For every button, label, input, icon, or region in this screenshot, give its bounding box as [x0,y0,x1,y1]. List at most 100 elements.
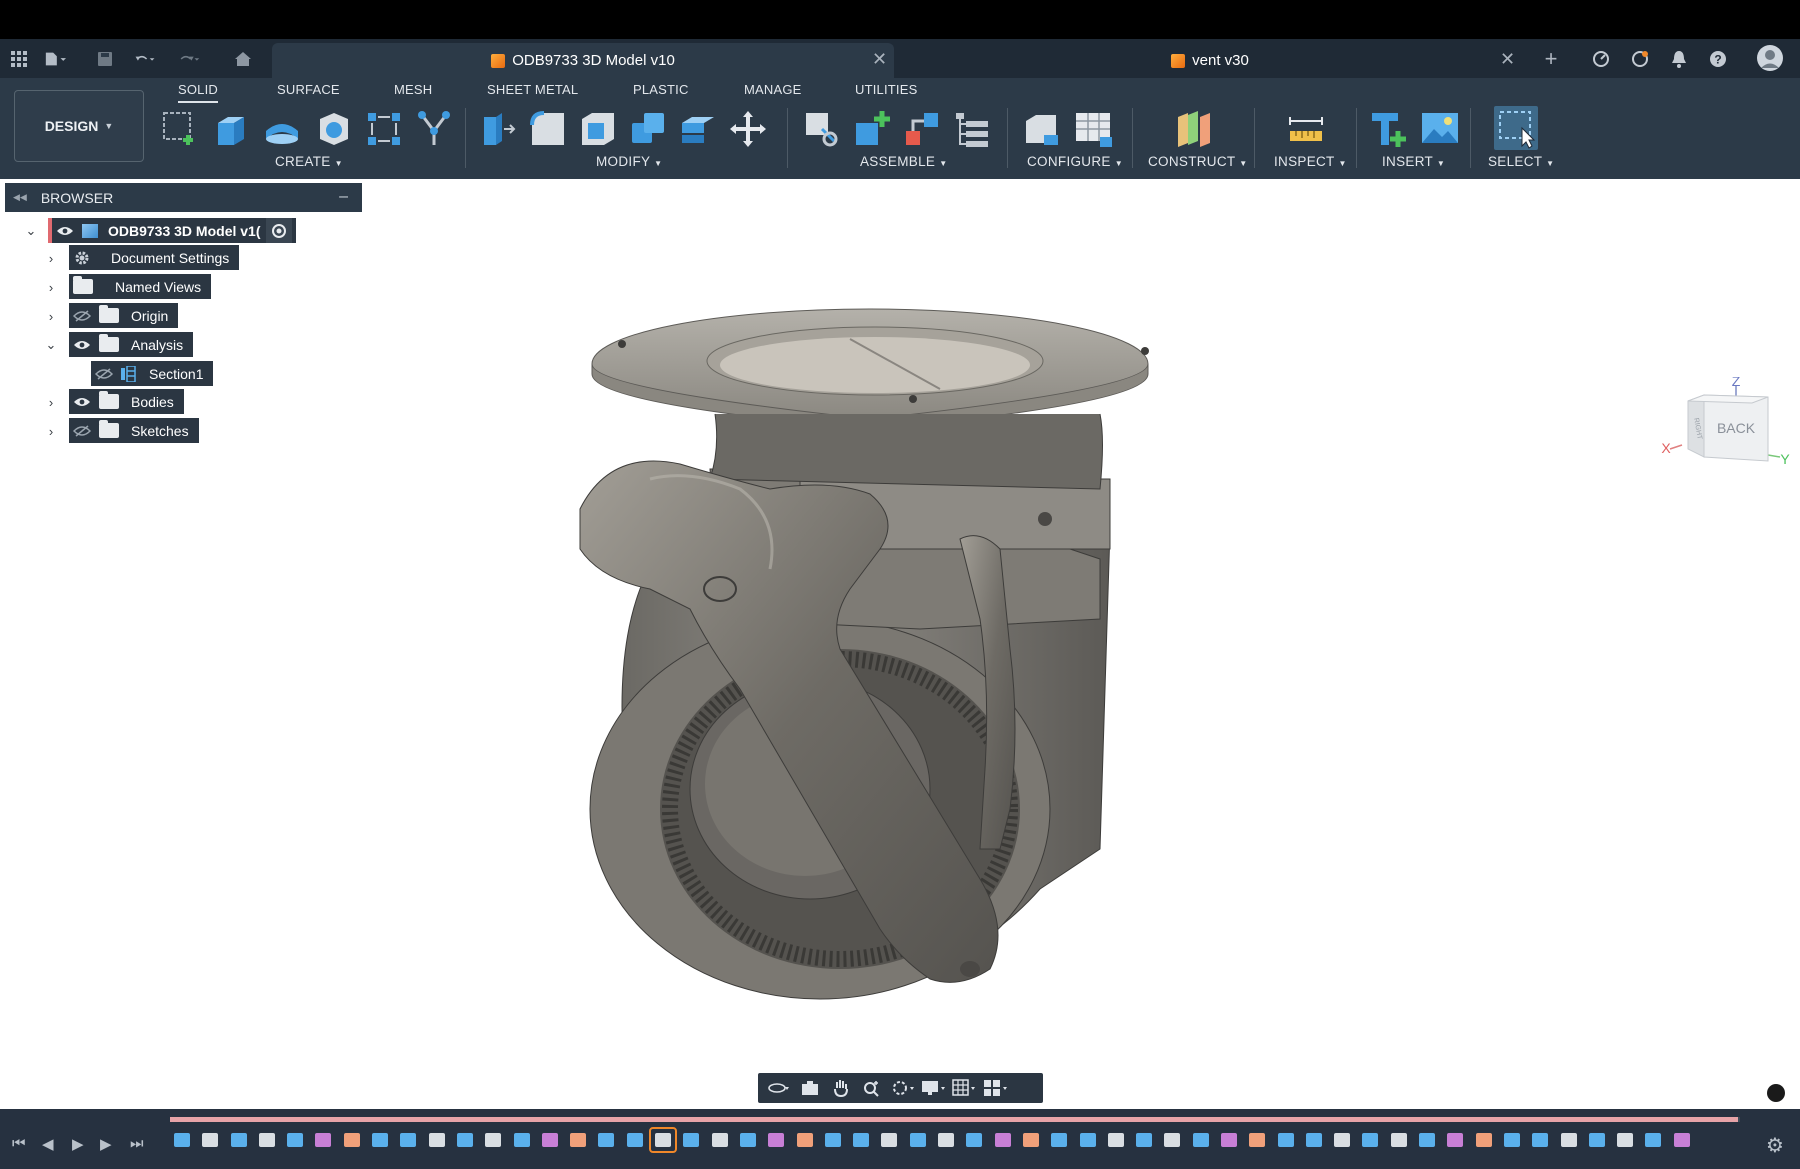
timeline-feature-icon[interactable] [736,1129,760,1151]
hole-icon[interactable] [314,109,354,149]
timeline-feature-icon[interactable] [170,1129,194,1151]
new-tab-icon[interactable]: + [1540,46,1562,71]
timeline-feature-icon[interactable] [962,1129,986,1151]
insert-group-label[interactable]: INSERT ▼ [1382,154,1445,169]
visibility-hidden-eye-icon[interactable] [69,303,95,328]
timeline-feature-icon[interactable] [821,1129,845,1151]
timeline-feature-icon[interactable] [1585,1129,1609,1151]
move-icon[interactable] [728,109,768,149]
fillet-icon[interactable] [528,109,568,149]
timeline-settings-gear-icon[interactable]: ⚙ [1766,1133,1784,1158]
tab-sheet-metal[interactable]: SHEET METAL [487,82,578,97]
joint-icon[interactable] [902,109,942,149]
fit-window-icon[interactable] [890,1077,916,1099]
measure-icon[interactable] [1286,109,1326,149]
zoom-icon[interactable] [859,1077,885,1099]
viewcube[interactable]: Z X Y BACK RIGHT [1660,373,1800,487]
display-settings-icon[interactable] [921,1077,947,1099]
browser-panel-header[interactable]: ◀◀ BROWSER – [5,183,362,212]
timeline-feature-icon[interactable] [1415,1129,1439,1151]
timeline-feature-icon[interactable] [1160,1129,1184,1151]
browser-item-named-views[interactable]: Named Views [69,274,212,299]
timeline-feature-icon[interactable] [1670,1129,1694,1151]
timeline-last-icon[interactable]: ⏭ [130,1135,144,1152]
timeline-feature-icon[interactable] [679,1129,703,1151]
look-at-icon[interactable] [797,1077,823,1099]
timeline-feature-icon[interactable] [255,1129,279,1151]
new-component-icon[interactable] [852,109,892,149]
redo-icon[interactable] [178,48,200,70]
expand-chevron-icon[interactable]: › [44,424,58,439]
timeline-feature-icon[interactable] [849,1129,873,1151]
tab-close-icon[interactable]: ✕ [872,49,887,70]
browser-item-section1[interactable]: Section1 [91,361,214,386]
blower-3d-model[interactable] [540,289,1180,1089]
new-component-link-icon[interactable] [802,109,842,149]
timeline-feature-icon[interactable] [1104,1129,1128,1151]
timeline-feature-icon[interactable] [1274,1129,1298,1151]
timeline-feature-icon[interactable] [283,1129,307,1151]
tab-plastic[interactable]: PLASTIC [633,82,689,97]
browser-item-sketches[interactable]: Sketches [69,418,199,443]
timeline-feature-icon[interactable] [793,1129,817,1151]
visibility-eye-icon[interactable] [52,218,78,243]
timeline-prev-icon[interactable]: ◀ [42,1135,54,1153]
timeline-feature-icon[interactable] [1613,1129,1637,1151]
timeline-feature-icon[interactable] [1132,1129,1156,1151]
browser-item-bodies[interactable]: Bodies [69,389,184,414]
inspect-group-label[interactable]: INSPECT ▼ [1274,154,1347,169]
timeline-feature-icon[interactable] [1528,1129,1552,1151]
orbit-icon[interactable] [766,1077,792,1099]
home-icon[interactable] [232,48,254,70]
timeline-feature-icon[interactable] [227,1129,251,1151]
timeline-feature-icon[interactable] [764,1129,788,1151]
save-icon[interactable] [94,48,116,70]
extrude-icon[interactable] [210,109,250,149]
insert-derive-icon[interactable] [1368,109,1408,149]
timeline-play-icon[interactable]: ▶ [72,1135,84,1153]
timeline-feature-icon[interactable] [396,1129,420,1151]
tab-second-document[interactable]: vent v30 [1140,43,1280,78]
browser-root-row[interactable]: ODB9733 3D Model v1( [48,218,296,243]
workspace-switcher-button[interactable]: DESIGN ▼ [14,90,144,162]
tab-utilities[interactable]: UTILITIES [855,82,917,97]
collapse-panel-icon[interactable]: ◀◀ [13,192,27,203]
revolve-icon[interactable] [262,109,302,149]
tab-manage[interactable]: MANAGE [744,82,802,97]
grid-settings-icon[interactable] [952,1077,978,1099]
timeline-feature-icon[interactable] [1358,1129,1382,1151]
pan-hand-icon[interactable] [828,1077,854,1099]
timeline-feature-icon[interactable] [340,1129,364,1151]
timeline-feature-icon[interactable] [1330,1129,1354,1151]
timeline-feature-icon[interactable] [1557,1129,1581,1151]
job-status-icon[interactable] [1590,48,1612,70]
construct-group-label[interactable]: CONSTRUCT ▼ [1148,154,1247,169]
undo-icon[interactable] [134,48,156,70]
notifications-bell-icon[interactable] [1668,48,1690,70]
timeline-feature-icon[interactable] [1189,1129,1213,1151]
tab-surface[interactable]: SURFACE [277,82,340,97]
tab-mesh[interactable]: MESH [394,82,432,97]
expand-chevron-icon[interactable]: ⌄ [24,223,38,238]
configure-group-label[interactable]: CONFIGURE ▼ [1027,154,1123,169]
timeline-feature-icon[interactable] [934,1129,958,1151]
viewports-icon[interactable] [983,1077,1009,1099]
browser-item-document-settings[interactable]: Document Settings [69,245,240,270]
expand-chevron-icon[interactable]: ⌄ [44,337,58,352]
modify-group-label[interactable]: MODIFY ▼ [596,154,662,169]
canvas-viewport[interactable]: Z X Y BACK RIGHT [0,179,1800,1109]
timeline-feature-icon[interactable] [877,1129,901,1151]
expand-chevron-icon[interactable]: › [44,395,58,410]
timeline-feature-icon[interactable] [1472,1129,1496,1151]
select-group-label[interactable]: SELECT ▼ [1488,154,1554,169]
app-grid-icon[interactable] [8,48,30,70]
user-avatar[interactable] [1756,44,1784,72]
create-group-label[interactable]: CREATE ▼ [275,154,343,169]
timeline-feature-icon[interactable] [311,1129,335,1151]
visibility-eye-icon[interactable] [69,389,95,414]
timeline-feature-icon[interactable] [510,1129,534,1151]
offset-face-icon[interactable] [678,109,718,149]
expand-chevron-icon[interactable]: › [44,309,58,324]
timeline-feature-icon[interactable] [623,1129,647,1151]
timeline-first-icon[interactable]: ⏮ [12,1135,26,1152]
